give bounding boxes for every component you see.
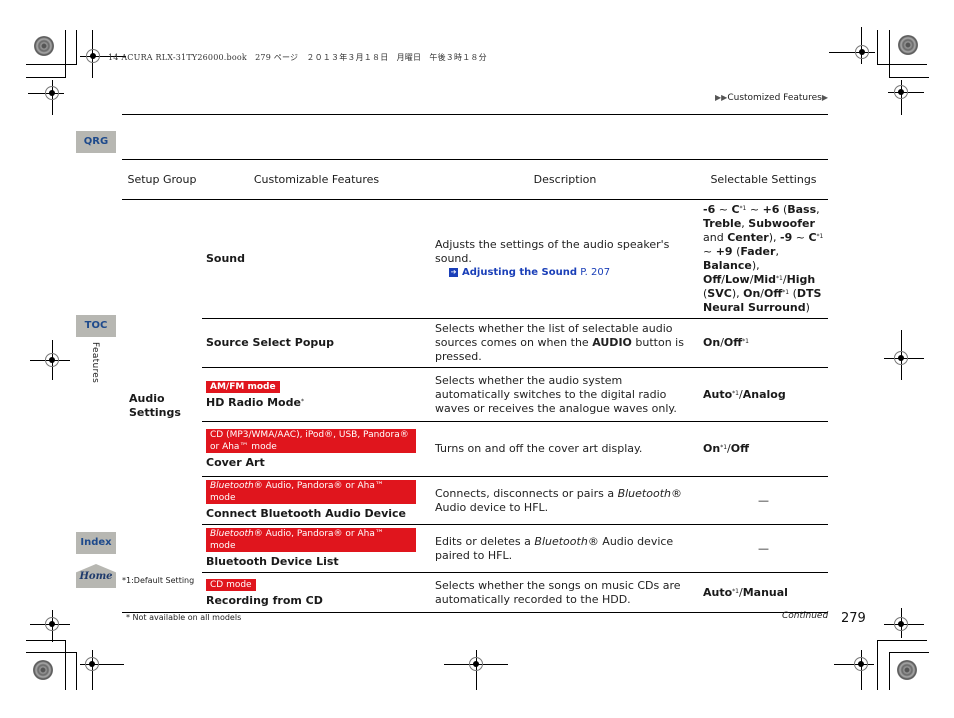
feature-name: Source Select Popup bbox=[202, 318, 431, 368]
feature-cell: Bluetooth® Audio, Pandora® or Aha™ mode … bbox=[202, 476, 431, 525]
description-text: Adjusts the settings of the audio speake… bbox=[435, 238, 670, 265]
home-tab-label: Home bbox=[79, 571, 113, 582]
crosshair-icon bbox=[855, 45, 869, 59]
table-row: Bluetooth® Audio, Pandora® or Aha™ mode … bbox=[122, 476, 828, 525]
registration-disc-icon bbox=[898, 35, 918, 55]
mode-tag: Bluetooth® Audio, Pandora® or Aha™ mode bbox=[206, 480, 416, 504]
mode-tag: CD (MP3/WMA/AAC), iPod®, USB, Pandora® o… bbox=[206, 428, 416, 453]
crosshair-icon bbox=[45, 353, 59, 367]
settings-cell: — bbox=[699, 524, 828, 573]
header-setup-group: Setup Group bbox=[122, 159, 202, 200]
link-label[interactable]: Adjusting the Sound bbox=[462, 267, 577, 278]
crosshair-icon bbox=[45, 617, 59, 631]
table-row: Audio Settings Sound Adjusts the setting… bbox=[122, 199, 828, 613]
customized-features-table: Setup Group Customizable Features Descri… bbox=[122, 159, 828, 613]
crosshair-icon bbox=[86, 49, 100, 63]
table-row: CD (MP3/WMA/AAC), iPod®, USB, Pandora® o… bbox=[122, 421, 828, 477]
mode-tag: Bluetooth® Audio, Pandora® or Aha™ mode bbox=[206, 528, 416, 552]
description-cell: Edits or deletes a Bluetooth® Audio devi… bbox=[431, 524, 699, 573]
crosshair-icon bbox=[894, 617, 908, 631]
header-divider bbox=[122, 114, 828, 115]
feature-name: Sound bbox=[202, 199, 431, 319]
feature-name: HD Radio Mode* bbox=[206, 396, 304, 409]
setup-group-cell: Audio Settings bbox=[122, 199, 202, 613]
cross-reference-link[interactable]: ➔ Adjusting the Sound P. 207 bbox=[435, 266, 695, 280]
crosshair-icon bbox=[894, 85, 908, 99]
settings-cell: Auto*1/Manual bbox=[699, 572, 828, 613]
double-right-triangle-icon: ▶▶ bbox=[715, 93, 728, 102]
table-row: CD mode Recording from CD Selects whethe… bbox=[122, 572, 828, 613]
description-cell: Adjusts the settings of the audio speake… bbox=[431, 199, 699, 319]
feature-cell: CD mode Recording from CD bbox=[202, 572, 431, 613]
settings-cell: — bbox=[699, 476, 828, 525]
crosshair-icon bbox=[45, 86, 59, 100]
header-description: Description bbox=[431, 159, 699, 200]
feature-cell: CD (MP3/WMA/AAC), iPod®, USB, Pandora® o… bbox=[202, 421, 431, 477]
qrg-tab[interactable]: QRG bbox=[76, 131, 116, 153]
feature-name: Cover Art bbox=[206, 455, 265, 469]
registration-disc-icon bbox=[33, 660, 53, 680]
header-selectable-settings: Selectable Settings bbox=[699, 159, 828, 200]
registration-disc-icon bbox=[34, 36, 54, 56]
crosshair-icon bbox=[894, 351, 908, 365]
toc-tab[interactable]: TOC bbox=[76, 315, 116, 337]
description-text: Turns on and off the cover art display. bbox=[431, 421, 699, 477]
continued-label: Continued bbox=[782, 611, 829, 621]
settings-cell: Auto*1/Analog bbox=[699, 367, 828, 422]
availability-footnote: * Not available on all models bbox=[126, 613, 242, 622]
page-number: 279 bbox=[841, 611, 866, 626]
crosshair-icon bbox=[85, 657, 99, 671]
settings-cell: On/Off*1 bbox=[699, 318, 828, 368]
default-setting-footnote: *1:Default Setting bbox=[122, 576, 195, 585]
settings-cell: -6 ~ C*1 ~ +6 (Bass, Treble, Subwoofer a… bbox=[699, 199, 828, 319]
mode-tag: CD mode bbox=[206, 579, 256, 591]
crosshair-icon bbox=[854, 657, 868, 671]
settings-cell: On*1/Off bbox=[699, 421, 828, 477]
breadcrumb-label[interactable]: Customized Features bbox=[727, 93, 822, 103]
book-print-header: 14 ACURA RLX-31TY26000.book 279 ページ ２０１３… bbox=[108, 53, 487, 62]
table-row: Source Select Popup Selects whether the … bbox=[122, 318, 828, 368]
page-reference-arrow-icon: ➔ bbox=[449, 267, 458, 277]
right-triangle-icon: ▶ bbox=[821, 93, 828, 102]
header-customizable-features: Customizable Features bbox=[202, 159, 431, 200]
description-cell: Connects, disconnects or pairs a Bluetoo… bbox=[431, 476, 699, 525]
feature-name: Recording from CD bbox=[206, 594, 323, 607]
table-row: AM/FM mode HD Radio Mode* Selects whethe… bbox=[122, 367, 828, 422]
breadcrumb[interactable]: ▶▶Customized Features▶ bbox=[715, 93, 828, 103]
description-text: Selects whether the songs on music CDs a… bbox=[431, 572, 699, 613]
feature-name: Bluetooth Device List bbox=[206, 555, 339, 568]
table-row: Bluetooth® Audio, Pandora® or Aha™ mode … bbox=[122, 524, 828, 573]
section-label: Features bbox=[90, 342, 100, 384]
home-tab[interactable]: Home bbox=[76, 564, 116, 588]
index-tab[interactable]: Index bbox=[76, 532, 116, 554]
table-header-row: Setup Group Customizable Features Descri… bbox=[122, 159, 828, 200]
link-page[interactable]: P. 207 bbox=[580, 267, 610, 278]
description-text: Selects whether the audio system automat… bbox=[431, 367, 699, 422]
feature-cell: Bluetooth® Audio, Pandora® or Aha™ mode … bbox=[202, 524, 431, 573]
feature-name: Connect Bluetooth Audio Device bbox=[206, 507, 406, 520]
feature-cell: AM/FM mode HD Radio Mode* bbox=[202, 367, 431, 422]
crosshair-icon bbox=[469, 657, 483, 671]
mode-tag: AM/FM mode bbox=[206, 381, 280, 393]
description-cell: Selects whether the list of selectable a… bbox=[431, 318, 699, 368]
registration-disc-icon bbox=[897, 660, 917, 680]
